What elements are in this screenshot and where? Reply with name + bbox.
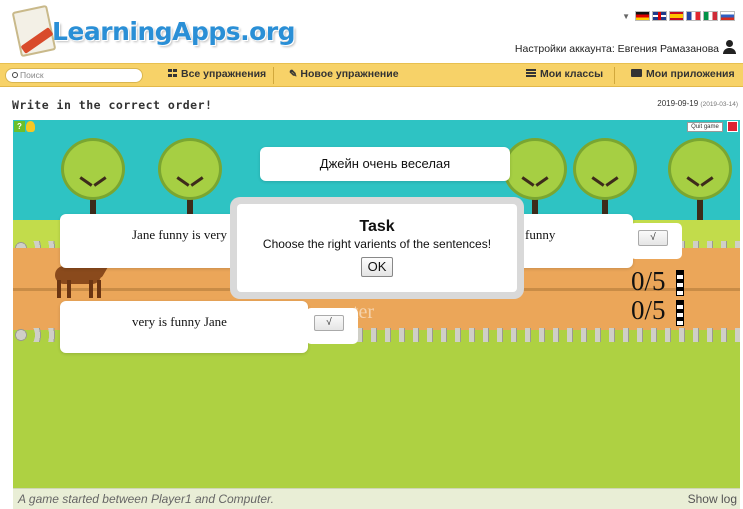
task-dialog-title: Task (359, 218, 395, 235)
grid-icon (168, 69, 177, 77)
search-icon (12, 72, 18, 78)
app-date-main: 2019-09-19 (657, 99, 699, 108)
fullscreen-icon[interactable] (727, 121, 738, 132)
nav-my-apps-label: Мои приложения (646, 68, 735, 80)
task-dialog-text: Choose the right varients of the sentenc… (262, 237, 492, 251)
score-computer: 0/5 (631, 295, 666, 325)
help-icon[interactable]: ? (14, 121, 25, 132)
list-icon (526, 69, 536, 77)
nav-divider (614, 67, 615, 84)
main-nav: Поиск Все упражнения ✎ Новое упражнение М… (0, 63, 743, 87)
finish-flag-icon (676, 270, 684, 296)
language-flags: ▼ (622, 11, 735, 21)
nav-my-apps[interactable]: Мои приложения (631, 68, 735, 80)
nav-new-exercise-label: Новое упражнение (300, 68, 399, 80)
nav-all-exercises-label: Все упражнения (181, 68, 267, 80)
task-dialog: Task Choose the right varients of the se… (230, 197, 524, 299)
option-card[interactable]: very is funny Jane (60, 301, 308, 353)
flag-italian-icon[interactable] (703, 11, 718, 21)
check-mark: √ (638, 230, 668, 246)
check-button[interactable]: √ (306, 308, 358, 344)
score-player: 0/5 (631, 266, 666, 296)
check-button[interactable]: √ (630, 223, 682, 259)
search-input[interactable]: Поиск (5, 68, 143, 83)
game-area: uter 0/5 0/5 ? Quit game Джейн очень вес… (13, 120, 740, 488)
page: LearningApps.org ▼ Настройки аккаунта: Е… (0, 0, 743, 509)
search-placeholder: Поиск (20, 70, 44, 80)
target-sentence-text: Джейн очень веселая (319, 156, 451, 171)
nav-divider (273, 67, 274, 84)
task-dialog-body: Task Choose the right varients of the se… (237, 204, 517, 292)
option-card[interactable]: funny (513, 214, 633, 268)
flag-spanish-icon[interactable] (669, 11, 684, 21)
folder-icon (631, 69, 642, 77)
app-title: Write in the correct order! (12, 98, 213, 112)
bulb-icon[interactable] (26, 121, 35, 132)
pencil-icon: ✎ (289, 69, 298, 80)
option-text: Jane funny is very (132, 227, 227, 242)
tree-icon (668, 138, 732, 228)
target-sentence-card: Джейн очень веселая (260, 147, 510, 181)
nav-new-exercise[interactable]: ✎ Новое упражнение (289, 68, 399, 80)
nav-my-classes[interactable]: Мои классы (526, 68, 603, 80)
ok-button[interactable]: OK (361, 257, 393, 277)
app-date-created: (2019-03-14) (700, 101, 738, 108)
nav-my-classes-label: Мои классы (540, 68, 604, 80)
logo[interactable]: LearningApps.org (0, 0, 300, 64)
option-text: funny (525, 227, 556, 242)
nav-all-exercises[interactable]: Все упражнения (168, 68, 266, 80)
lower-grass (13, 344, 740, 488)
check-mark: √ (314, 315, 344, 331)
logo-text[interactable]: LearningApps.org (52, 17, 296, 46)
flag-russian-icon[interactable] (720, 11, 735, 21)
app-date: 2019-09-19 (2019-03-14) (657, 99, 738, 108)
user-icon[interactable] (723, 40, 737, 54)
show-log-button[interactable]: Show log (688, 492, 737, 506)
option-text: very is funny Jane (132, 314, 227, 329)
language-dropdown-icon[interactable]: ▼ (622, 12, 630, 21)
status-text: A game started between Player1 and Compu… (18, 492, 274, 506)
flag-french-icon[interactable] (686, 11, 701, 21)
status-bar: A game started between Player1 and Compu… (13, 488, 740, 509)
account-settings-link[interactable]: Настройки аккаунта: Евгения Рамазанова (515, 43, 719, 55)
flag-german-icon[interactable] (635, 11, 650, 21)
flag-english-icon[interactable] (652, 11, 667, 21)
finish-flag-icon (676, 300, 684, 326)
quit-game-button[interactable]: Quit game (687, 122, 723, 132)
